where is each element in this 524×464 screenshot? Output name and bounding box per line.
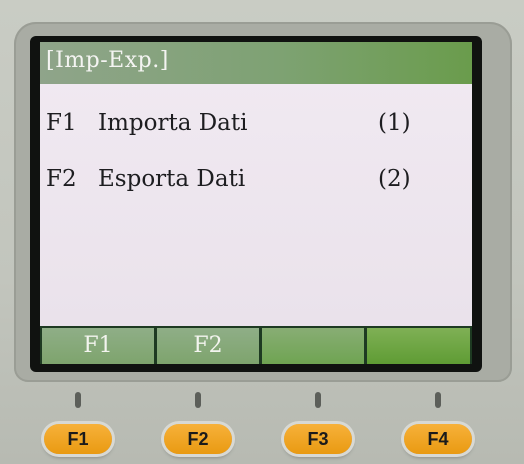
key-indicator-mark (435, 392, 441, 408)
softkey-f3[interactable] (262, 328, 364, 364)
softkey-bar: F1 F2 (40, 326, 472, 364)
title-bar: [Imp-Exp.] (40, 42, 472, 84)
hardware-key-f4[interactable]: F4 (404, 424, 472, 454)
screen-title: [Imp-Exp.] (46, 48, 169, 73)
key-indicator-mark (75, 392, 81, 408)
softkey-f2[interactable]: F2 (157, 328, 259, 364)
menu-item-importa-dati[interactable]: F1 Importa Dati (1) (46, 104, 466, 144)
hardware-key-f3[interactable]: F3 (284, 424, 352, 454)
hardware-key-f2[interactable]: F2 (164, 424, 232, 454)
menu-item-number: (2) (378, 166, 411, 192)
menu-item-number: (1) (378, 110, 411, 136)
lcd-screen: [Imp-Exp.] F1 Importa Dati (1) F2 Esport… (40, 42, 472, 364)
instrument-body: [Imp-Exp.] F1 Importa Dati (1) F2 Esport… (0, 0, 524, 464)
menu-item-label: Importa Dati (98, 110, 248, 136)
key-indicator-mark (315, 392, 321, 408)
menu-item-esporta-dati[interactable]: F2 Esporta Dati (2) (46, 160, 466, 200)
menu-item-key: F2 (46, 166, 77, 192)
key-indicator-mark (195, 392, 201, 408)
hardware-key-f1[interactable]: F1 (44, 424, 112, 454)
softkey-f1[interactable]: F1 (42, 328, 154, 364)
menu-item-label: Esporta Dati (98, 166, 246, 192)
softkey-f4[interactable] (367, 328, 470, 364)
menu-item-key: F1 (46, 110, 77, 136)
